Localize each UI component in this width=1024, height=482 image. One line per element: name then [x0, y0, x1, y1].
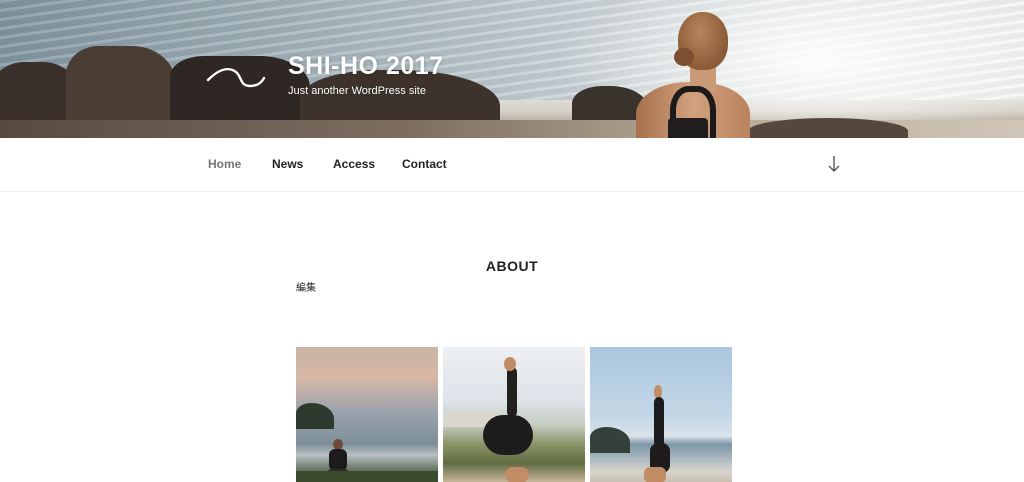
main-navigation: Home News Access Contact [0, 138, 1024, 192]
banner-rock [748, 118, 908, 138]
edit-link[interactable]: 編集 [296, 279, 316, 294]
nav-item-access[interactable]: Access [333, 157, 375, 171]
arrow-down-icon[interactable] [826, 153, 842, 175]
site-description: Just another WordPress site [288, 85, 426, 97]
banner-woman-figure [634, 8, 754, 138]
nav-item-home[interactable]: Home [208, 157, 241, 171]
yoga-sunset-beach-photo[interactable] [296, 347, 438, 482]
yoga-handstand-beach-photo[interactable] [590, 347, 732, 482]
header-banner: SHI-HO 2017 Just another WordPress site [0, 0, 1024, 138]
site-logo-icon[interactable] [206, 58, 266, 92]
site-title[interactable]: SHI-HO 2017 [288, 52, 444, 81]
nav-item-contact[interactable]: Contact [402, 157, 447, 171]
nav-item-news[interactable]: News [272, 157, 303, 171]
page-title: ABOUT [485, 258, 539, 274]
yoga-handstand-hill-photo[interactable] [443, 347, 585, 482]
